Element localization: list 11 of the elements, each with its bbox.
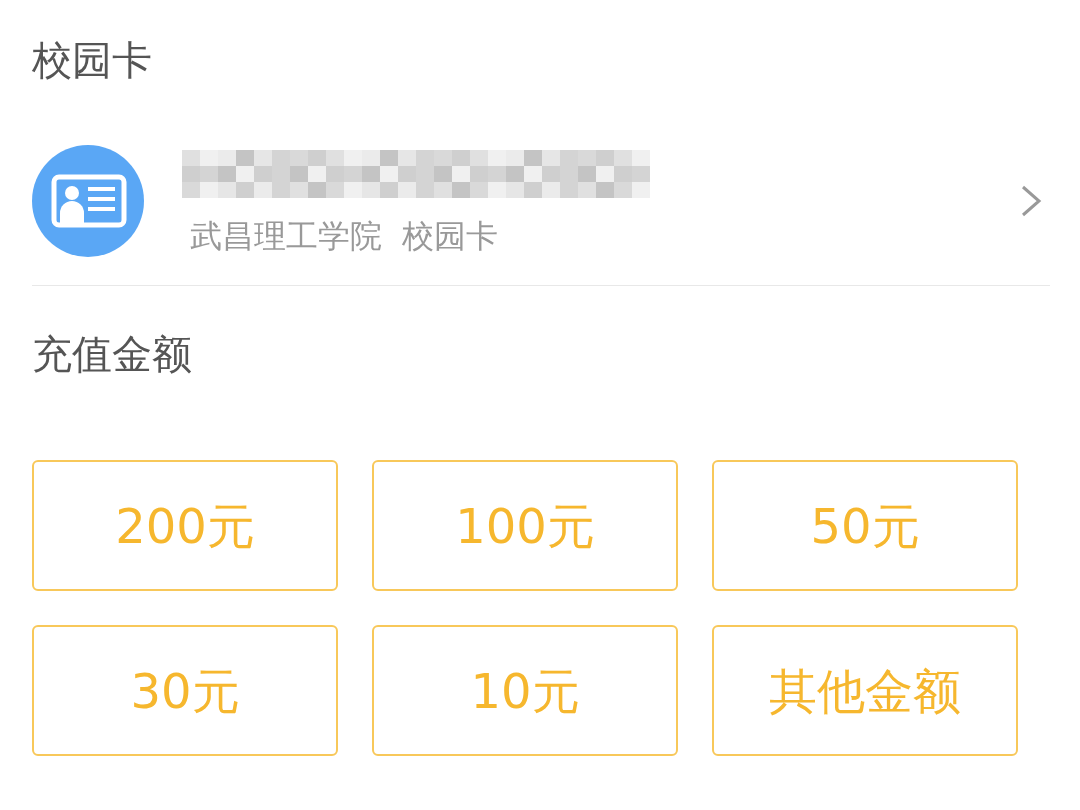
section-title: 校园卡 — [32, 40, 152, 80]
amount-button[interactable]: 50元 — [712, 460, 1018, 591]
card-subtitle: 武昌理工学院 校园卡 — [190, 219, 500, 252]
amount-button[interactable]: 100元 — [372, 460, 678, 591]
amount-button[interactable]: 10元 — [372, 625, 678, 756]
amount-button[interactable]: 其他金额 — [712, 625, 1018, 756]
amount-button[interactable]: 30元 — [32, 625, 338, 756]
section-title: 充值金额 — [32, 331, 192, 377]
amount-button[interactable]: 200元 — [32, 460, 338, 591]
chevron-right-icon[interactable] — [1020, 183, 1042, 218]
id-card-icon — [32, 144, 144, 257]
